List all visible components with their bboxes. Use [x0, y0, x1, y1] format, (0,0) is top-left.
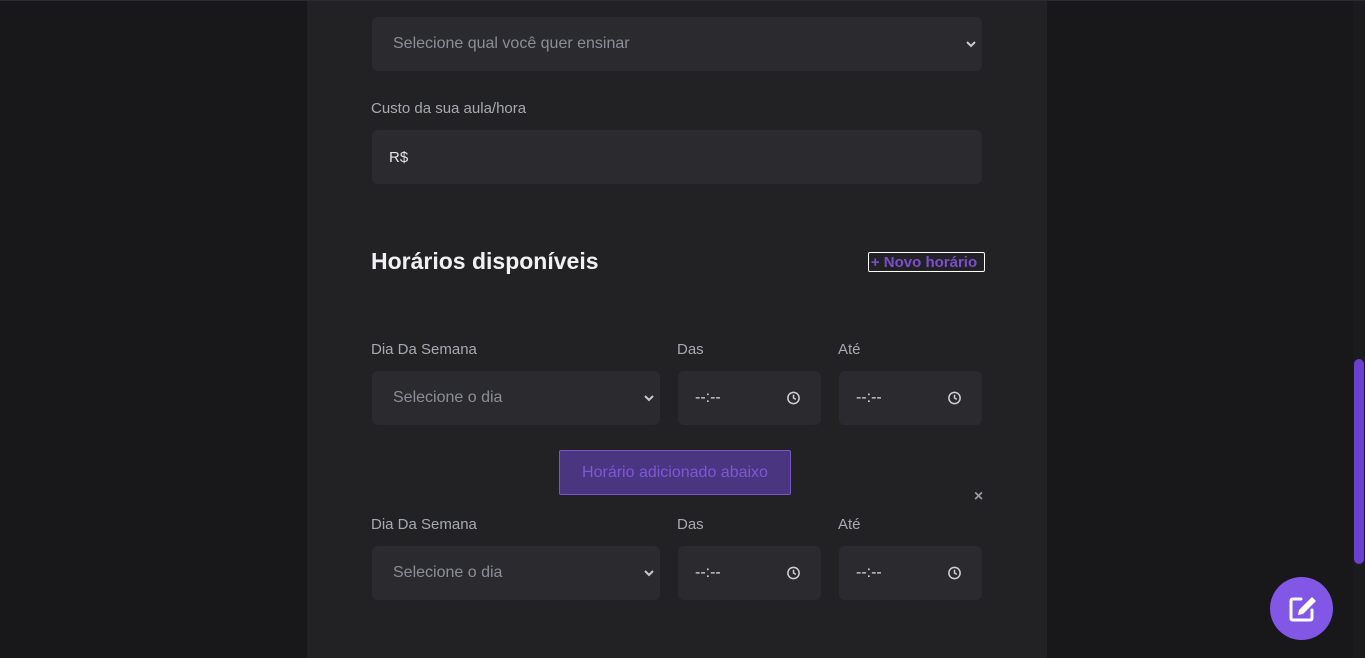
subject-select[interactable]: Selecione qual você quer ensinar	[372, 17, 982, 71]
day-select[interactable]: Selecione o dia	[372, 546, 660, 600]
clock-icon[interactable]	[786, 566, 801, 581]
to-time-value: --:--	[856, 389, 882, 406]
to-time-input[interactable]: --:--	[839, 371, 982, 425]
clock-icon[interactable]	[786, 391, 801, 406]
edit-fab-button[interactable]	[1270, 577, 1333, 640]
scrollbar-thumb[interactable]	[1354, 359, 1364, 564]
from-time-value: --:--	[695, 389, 721, 406]
day-label: Dia Da Semana	[371, 516, 477, 533]
to-label: Até	[838, 516, 861, 533]
day-select[interactable]: Selecione o dia	[372, 371, 660, 425]
new-schedule-button[interactable]: + Novo horário	[868, 252, 985, 272]
from-label: Das	[677, 516, 704, 533]
cost-input[interactable]: R$	[372, 130, 982, 184]
section-title: Horários disponíveis	[371, 248, 599, 274]
close-icon[interactable]: ×	[972, 489, 985, 505]
clock-icon[interactable]	[947, 566, 962, 581]
subject-select-placeholder: Selecione qual você quer ensinar	[393, 35, 630, 52]
to-label: Até	[838, 341, 861, 358]
cost-label: Custo da sua aula/hora	[371, 100, 527, 117]
day-select-placeholder: Selecione o dia	[393, 389, 503, 406]
edit-icon	[1289, 596, 1316, 621]
to-time-value: --:--	[856, 564, 882, 581]
from-time-value: --:--	[695, 564, 721, 581]
from-time-input[interactable]: --:--	[678, 371, 821, 425]
schedule-added-button[interactable]: Horário adicionado abaixo	[559, 450, 791, 495]
to-time-input[interactable]: --:--	[839, 546, 982, 600]
day-label: Dia Da Semana	[371, 341, 477, 358]
chevron-down-icon	[966, 41, 976, 48]
chevron-down-icon	[644, 570, 654, 577]
cost-input-value: R$	[389, 148, 409, 166]
chevron-down-icon	[644, 395, 654, 402]
from-time-input[interactable]: --:--	[678, 546, 821, 600]
from-label: Das	[677, 341, 704, 358]
page: Selecione qual você quer ensinar Custo d…	[0, 0, 1365, 658]
clock-icon[interactable]	[947, 391, 962, 406]
day-select-placeholder: Selecione o dia	[393, 564, 503, 581]
